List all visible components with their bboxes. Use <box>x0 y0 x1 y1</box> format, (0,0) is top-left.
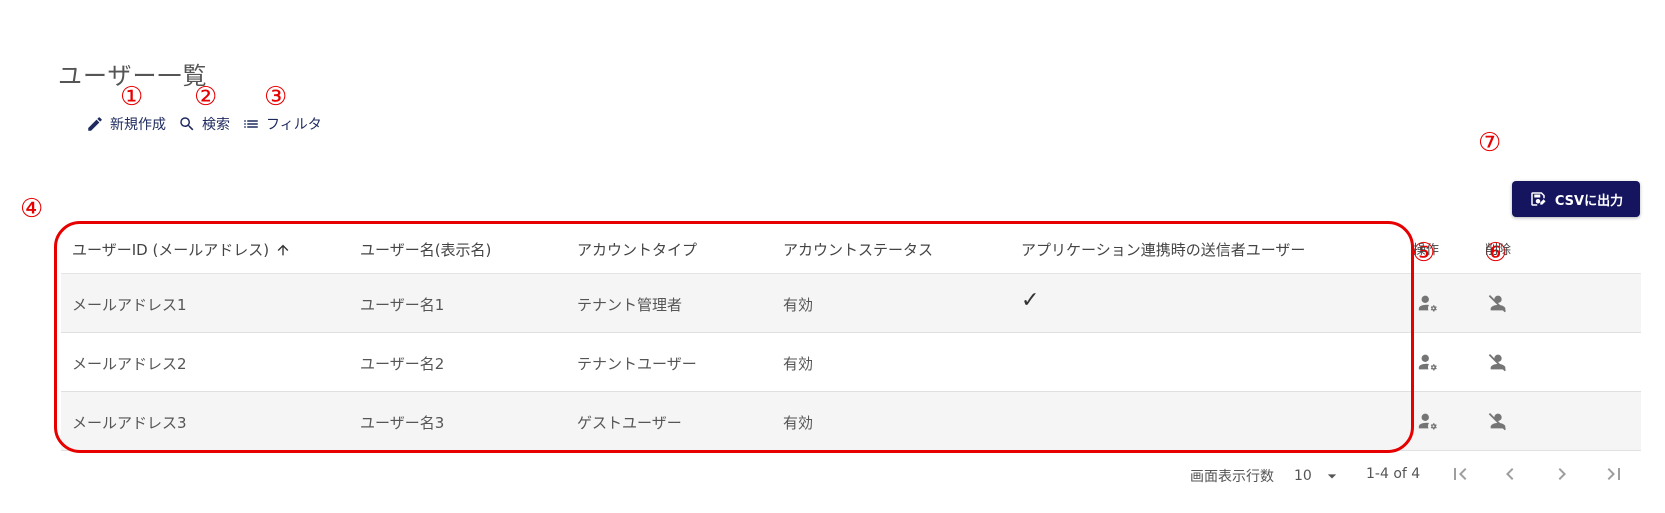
new-user-label: 新規作成 <box>110 117 166 133</box>
search-label: 検索 <box>202 117 230 133</box>
filter-button[interactable]: フィルタ <box>242 114 322 134</box>
header-email-label: ユーザーID (メールアドレス) <box>72 241 270 259</box>
user-remove-icon[interactable] <box>1487 292 1509 314</box>
sort-arrow-up-icon <box>277 244 289 255</box>
cell-account-type: テナント管理者 <box>577 296 683 314</box>
cell-username: ユーザー名3 <box>360 414 445 432</box>
header-delete: 削除 <box>1485 243 1512 258</box>
csv-export-button[interactable]: CSVに出力 <box>1512 181 1640 217</box>
rows-per-page-label: 画面表示行数 <box>1190 469 1274 485</box>
user-settings-icon[interactable] <box>1417 410 1439 432</box>
pagination-range: 1-4 of 4 <box>1366 466 1421 482</box>
check-icon: ✓ <box>1021 288 1040 313</box>
user-table: ユーザーID (メールアドレス) ユーザー名(表示名) アカウントタイプ アカウ… <box>61 221 1641 451</box>
csv-export-label: CSVに出力 <box>1554 193 1624 209</box>
last-page-icon[interactable] <box>1602 462 1626 486</box>
annotation-4: ④ <box>20 194 44 224</box>
first-page-icon[interactable] <box>1448 462 1472 486</box>
cell-username: ユーザー名1 <box>360 296 445 314</box>
cell-username: ユーザー名2 <box>360 355 445 373</box>
dropdown-arrow-icon <box>1327 474 1336 479</box>
annotation-2: ② <box>194 82 218 112</box>
header-account-type[interactable]: アカウントタイプ <box>577 239 697 260</box>
user-settings-icon[interactable] <box>1417 351 1439 373</box>
header-operation: 操作 <box>1413 243 1440 258</box>
cell-email: メールアドレス1 <box>72 296 187 314</box>
filter-label: フィルタ <box>266 117 322 133</box>
annotation-1: ① <box>120 82 144 112</box>
cell-email: メールアドレス3 <box>72 414 187 432</box>
pencil-icon <box>88 117 102 131</box>
header-email[interactable]: ユーザーID (メールアドレス) <box>72 239 291 260</box>
save-edit-icon <box>1531 192 1546 206</box>
user-settings-icon[interactable] <box>1417 292 1439 314</box>
table-header: ユーザーID (メールアドレス) ユーザー名(表示名) アカウントタイプ アカウ… <box>61 221 1641 274</box>
table-row[interactable]: メールアドレス2 ユーザー名2 テナントユーザー 有効 <box>61 333 1641 392</box>
cell-account-status: 有効 <box>783 296 814 314</box>
previous-page-icon[interactable] <box>1498 462 1522 486</box>
header-account-status[interactable]: アカウントステータス <box>783 239 933 260</box>
rows-per-page-select[interactable]: 10 <box>1294 466 1342 486</box>
next-page-icon[interactable] <box>1550 462 1574 486</box>
list-icon <box>244 120 258 128</box>
rows-per-page-value: 10 <box>1294 468 1312 484</box>
cell-account-status: 有効 <box>783 414 814 432</box>
cell-account-status: 有効 <box>783 355 814 373</box>
search-icon <box>180 117 194 131</box>
search-button[interactable]: 検索 <box>178 114 230 134</box>
header-app-sender[interactable]: アプリケーション連携時の送信者ユーザー <box>1021 239 1305 260</box>
user-remove-icon[interactable] <box>1487 351 1509 373</box>
user-remove-icon[interactable] <box>1487 410 1509 432</box>
cell-account-type: テナントユーザー <box>577 355 697 373</box>
annotation-3: ③ <box>264 82 288 112</box>
cell-account-type: ゲストユーザー <box>577 414 682 432</box>
annotation-7: ⑦ <box>1478 128 1502 158</box>
table-row[interactable]: メールアドレス1 ユーザー名1 テナント管理者 有効 ✓ <box>61 274 1641 333</box>
table-row[interactable]: メールアドレス3 ユーザー名3 ゲストユーザー 有効 <box>61 392 1641 451</box>
header-username[interactable]: ユーザー名(表示名) <box>360 239 491 260</box>
new-user-button[interactable]: 新規作成 <box>86 114 166 134</box>
cell-email: メールアドレス2 <box>72 355 187 373</box>
